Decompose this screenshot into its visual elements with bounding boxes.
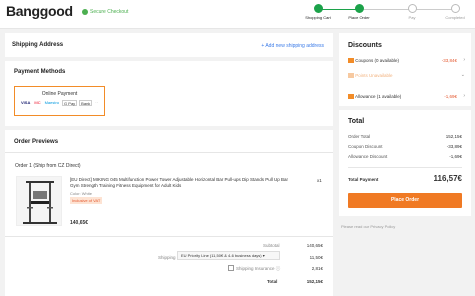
secure-checkout-label: Secure Checkout <box>90 9 129 15</box>
allowance-icon <box>348 94 354 100</box>
divider <box>348 167 462 168</box>
total-label: Total <box>267 279 278 284</box>
coupon-discount-label: Coupon Discount <box>348 144 383 149</box>
divider <box>5 152 333 153</box>
allowance-label: Allowance (1 available) <box>355 94 402 99</box>
subtotal-label: Subtotal <box>263 243 280 248</box>
coupon-discount-value: -33,89€ <box>446 144 462 149</box>
chevron-down-icon[interactable]: ⌄ <box>461 72 465 78</box>
order-previews-title: Order Previews <box>14 139 59 145</box>
chevron-right-icon[interactable]: › <box>463 93 465 99</box>
power-tower-icon <box>23 181 57 224</box>
place-order-button[interactable]: Place Order <box>348 193 462 208</box>
coupon-icon <box>348 58 354 64</box>
points-icon <box>348 73 354 79</box>
maestro-icon: Maestro <box>44 100 60 105</box>
order-summary-card: Discounts Coupons (0 available) -33,84€ … <box>339 33 471 216</box>
shipping-label: Shipping <box>158 255 176 260</box>
total-value: 152,15€ <box>306 279 323 284</box>
product-color: Color: White <box>70 191 93 196</box>
divider <box>5 236 333 237</box>
online-payment-option[interactable]: Online Payment VISA MC Maestro G Pay Ban… <box>14 86 105 116</box>
shipping-insurance-value: 2,81€ <box>311 266 323 271</box>
step-shopping-cart: Shopping Cart <box>298 4 338 20</box>
step-label: Pay <box>408 15 416 20</box>
total-title: Total <box>348 118 365 125</box>
step-done-icon <box>313 4 323 13</box>
allowance-discount-value: -1,69€ <box>449 154 462 159</box>
banggood-logo[interactable]: Banggood <box>6 3 73 19</box>
mastercard-icon: MC <box>34 100 41 105</box>
points-row: Points Unavailable <box>348 73 393 79</box>
total-payment-label: Total Payment <box>348 177 379 182</box>
allowance-discount-label: Allowance Discount <box>348 154 388 159</box>
shipping-value: 11,50€ <box>309 255 323 260</box>
privacy-policy-note[interactable]: Please read our Privacy Policy <box>341 224 395 229</box>
allowance-value: -1,69€ <box>444 94 457 99</box>
step-place-order: Place Order <box>339 4 379 20</box>
step-completed: Completed <box>435 4 475 20</box>
shield-check-icon <box>82 9 88 15</box>
coupons-row[interactable]: Coupons (0 available) <box>348 58 400 64</box>
product-quantity: x1 <box>317 178 322 183</box>
shipping-insurance-label[interactable]: Shipping Insurance ⓘ <box>236 266 280 272</box>
step-todo-icon <box>407 4 417 13</box>
online-payment-label: Online Payment <box>41 91 78 97</box>
top-bar: Banggood Secure Checkout Shopping Cart P… <box>0 0 475 29</box>
secure-checkout: Secure Checkout <box>82 9 128 15</box>
shipping-address-title: Shipping Address <box>12 42 64 48</box>
product-image[interactable] <box>16 176 62 226</box>
bank-transfer-icon: Bank <box>79 100 93 106</box>
points-label: Points Unavailable <box>355 73 393 78</box>
order-total-value: 152,15€ <box>445 134 462 139</box>
step-current-icon <box>354 4 364 13</box>
checkout-steps: Shopping Cart Place Order Pay Completed <box>305 4 465 24</box>
step-todo-icon <box>450 4 460 13</box>
visa-icon: VISA <box>21 100 31 105</box>
subtotal-value: 140,65€ <box>306 243 323 248</box>
shipping-insurance-checkbox[interactable] <box>228 265 234 271</box>
coupons-value: -33,84€ <box>441 58 457 63</box>
coupons-label: Coupons (0 available) <box>355 58 400 63</box>
step-pay: Pay <box>392 4 432 20</box>
shipping-method-select[interactable]: EU Priority Line (11,50€ & 4-6 business … <box>177 251 280 260</box>
total-payment-value: 116,57€ <box>433 174 462 183</box>
section-gap <box>339 106 471 110</box>
product-name[interactable]: [EU Direct] MIKING 045 Multifunction Pow… <box>70 177 290 189</box>
allowance-row[interactable]: Allowance (1 available) <box>348 94 402 100</box>
order-subtitle: Order 1 (Ship from CZ Direct) <box>15 163 81 169</box>
more-icon: ·· <box>95 100 98 105</box>
add-shipping-address-link[interactable]: + Add new shipping address <box>261 43 324 49</box>
vat-badge: Inclusive of VAT <box>70 197 103 204</box>
product-price: 140,65€ <box>70 220 89 226</box>
payment-methods-title: Payment Methods <box>14 69 66 75</box>
step-label: Shopping Cart <box>305 15 331 20</box>
step-label: Completed <box>445 15 465 20</box>
shipping-address-card: Shipping Address + Add new shipping addr… <box>5 33 333 57</box>
payment-icons: VISA MC Maestro G Pay Bank ·· <box>15 100 104 106</box>
order-total-label: Order Total <box>348 134 371 139</box>
chevron-right-icon[interactable]: › <box>463 57 465 63</box>
step-label: Place Order <box>348 15 370 20</box>
discounts-title: Discounts <box>348 42 382 49</box>
google-pay-icon: G Pay <box>62 100 78 106</box>
